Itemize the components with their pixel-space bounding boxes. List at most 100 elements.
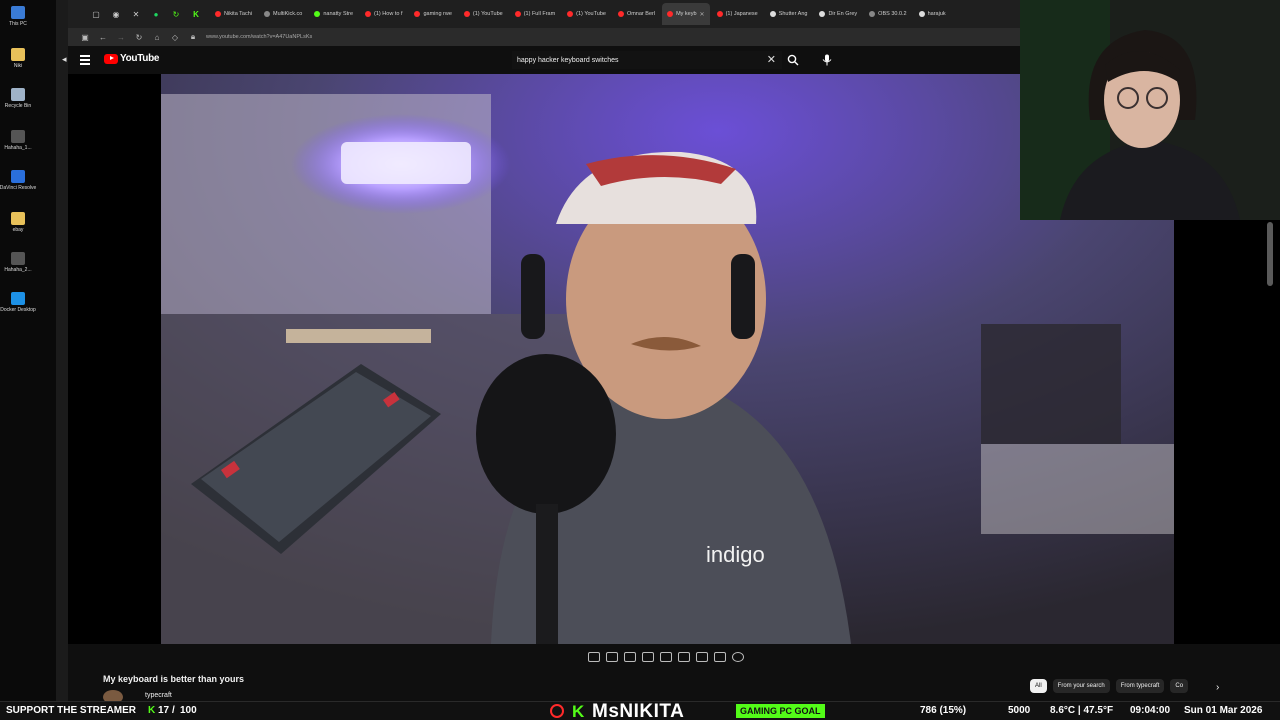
- browser-tab[interactable]: harajuk: [914, 3, 951, 25]
- menu-icon[interactable]: [80, 55, 90, 67]
- tab-label: OBS 30.0.2: [878, 11, 907, 17]
- tab-label: (1) Japanese: [725, 11, 758, 17]
- desktop-icon[interactable]: Recycle Bin: [4, 88, 32, 109]
- right-blank-area: [1174, 220, 1280, 644]
- tab-favicon-icon: [819, 11, 826, 17]
- streamer-name: MsNIKITA: [592, 701, 685, 720]
- tab-favicon-icon: [667, 11, 674, 17]
- desktop-icon[interactable]: DaVinci Resolve: [0, 170, 36, 191]
- desktop-icon-label: DaVinci Resolve: [0, 185, 37, 191]
- settings-icon[interactable]: [732, 652, 744, 662]
- desktop-icon-image: [11, 252, 25, 265]
- desktop-icon[interactable]: Niki: [4, 48, 32, 69]
- chevron-right-icon[interactable]: ›: [1216, 682, 1219, 693]
- page-scrollbar[interactable]: [1267, 222, 1273, 286]
- filter-chip[interactable]: All: [1030, 679, 1047, 693]
- instagram-icon: [550, 704, 564, 718]
- desktop-icon-label: Hahaha_2...: [4, 267, 32, 273]
- browser-tab[interactable]: Omnar Berl: [613, 3, 660, 25]
- filter-chip[interactable]: Co: [1170, 679, 1189, 693]
- browser-tab[interactable]: My keyb ✕: [662, 3, 710, 25]
- support-total: 100: [180, 705, 197, 716]
- refresh-icon[interactable]: ↻: [170, 8, 182, 20]
- tab-label: MultiKick.co: [273, 11, 303, 17]
- home-icon[interactable]: ⌂: [148, 33, 166, 42]
- desktop-icon[interactable]: Hahaha_1...: [4, 130, 32, 151]
- tab-label: Omnar Berl: [626, 11, 656, 17]
- desktop-icon[interactable]: Docker Desktop: [0, 292, 36, 313]
- tab-favicon-icon: [215, 11, 221, 17]
- search-input[interactable]: happy hacker keyboard switches ✕: [512, 51, 782, 69]
- browser-tab[interactable]: (1) Japanese: [712, 3, 763, 25]
- sidebar-toggle-icon[interactable]: ▣: [76, 33, 94, 42]
- loop-icon[interactable]: [588, 652, 600, 662]
- x-icon[interactable]: ✕: [130, 8, 142, 20]
- kick-icon[interactable]: K: [190, 8, 202, 20]
- url-field[interactable]: www.youtube.com/watch?v=A47UaNPLsKs: [206, 34, 312, 40]
- browser-tab[interactable]: gaming rwe: [409, 3, 456, 25]
- shield-icon[interactable]: ◇: [166, 33, 184, 42]
- tab-favicon-icon: [769, 11, 776, 17]
- spotify-icon[interactable]: ●: [150, 8, 162, 20]
- browser-tab[interactable]: nanatty Stre: [309, 3, 358, 25]
- search-button[interactable]: [782, 51, 804, 69]
- desktop-icon-image: [11, 170, 25, 183]
- browser-tab[interactable]: Nikita Tachi: [210, 3, 257, 25]
- browser-tab[interactable]: (1) YouTube: [459, 3, 508, 25]
- subtitles-icon[interactable]: [624, 652, 636, 662]
- pinned-tab-icon[interactable]: ◉: [110, 8, 122, 20]
- back-arrow-icon[interactable]: ◂: [62, 54, 67, 65]
- desktop-icon[interactable]: ebay: [4, 212, 32, 233]
- tab-favicon-icon: [463, 11, 470, 17]
- address-bar: ▣ ← → ↻ ⌂ ◇ 🔒︎ www.youtube.com/watch?v=A…: [68, 28, 1020, 46]
- browser-tab[interactable]: OBS 30.0.2: [864, 3, 911, 25]
- desktop-icon[interactable]: Hahaha_2...: [4, 252, 32, 273]
- reload-icon[interactable]: ↻: [130, 33, 148, 42]
- workspaces-icon[interactable]: ▢: [90, 8, 102, 20]
- tab-label: (1) How to f: [374, 11, 403, 17]
- tab-label: Dir En Grey: [828, 11, 858, 17]
- miniplayer-icon[interactable]: [660, 652, 672, 662]
- tab-label: Shutter Ang: [778, 11, 808, 17]
- desktop-icon-image: [11, 48, 25, 61]
- screenshot-icon[interactable]: [714, 652, 726, 662]
- voice-search-button[interactable]: [818, 51, 836, 69]
- kick-logo-icon: K: [572, 702, 585, 720]
- desktop-icon-label: ebay: [12, 227, 24, 233]
- browser-tab[interactable]: Dir En Grey: [814, 3, 862, 25]
- desktop-icon-image: [11, 130, 25, 143]
- browser-tab[interactable]: (1) How to f: [360, 3, 407, 25]
- support-text: SUPPORT THE STREAMER: [6, 705, 137, 716]
- screen: { "desktop": { "icons": [ {"label": "Thi…: [0, 0, 1280, 720]
- desktop-icon-label: This PC: [9, 21, 27, 27]
- browser-tab[interactable]: (1) Full Fram: [510, 3, 560, 25]
- back-icon[interactable]: ←: [94, 33, 112, 42]
- tab-favicon-icon: [716, 11, 723, 17]
- fullscreen-icon[interactable]: [696, 652, 708, 662]
- filter-chip[interactable]: From your search: [1052, 679, 1110, 693]
- tab-favicon-icon: [918, 11, 925, 17]
- browser-tab[interactable]: (1) YouTube: [562, 3, 611, 25]
- support-count: 17: [158, 705, 170, 716]
- forward-icon[interactable]: →: [112, 33, 130, 42]
- youtube-logo[interactable]: YouTube: [104, 53, 160, 64]
- filter-chip[interactable]: From typecraft: [1115, 679, 1165, 693]
- desktop-icon[interactable]: This PC: [4, 6, 32, 27]
- audio-icon[interactable]: [606, 652, 618, 662]
- channel-name[interactable]: typecraft: [145, 692, 172, 699]
- video-title: My keyboard is better than yours: [103, 674, 245, 684]
- desktop-icon-label: Hahaha_1...: [4, 145, 32, 151]
- tab-label: (1) YouTube: [576, 11, 606, 17]
- webcam-overlay: [1020, 0, 1280, 220]
- browser-tab[interactable]: MultiKick.co: [259, 3, 307, 25]
- tab-favicon-icon: [314, 11, 321, 17]
- goal-label: GAMING PC GOAL: [736, 704, 825, 718]
- separator: /: [172, 705, 175, 716]
- clip-icon[interactable]: [642, 652, 654, 662]
- clear-search-icon[interactable]: ✕: [767, 53, 776, 66]
- tab-label: Nikita Tachi: [224, 11, 253, 17]
- browser-tab[interactable]: Shutter Ang: [765, 3, 813, 25]
- speed-icon[interactable]: [678, 652, 690, 662]
- tab-favicon-icon: [617, 11, 624, 17]
- close-tab-icon[interactable]: ✕: [700, 11, 705, 18]
